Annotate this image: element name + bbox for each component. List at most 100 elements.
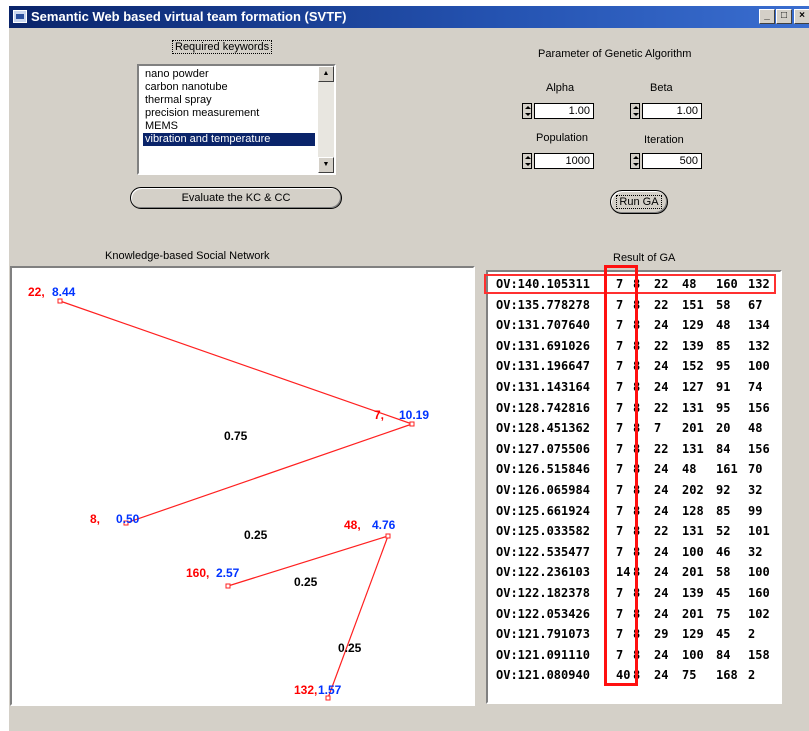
member-id: 24 <box>654 668 669 683</box>
node-id-label: 48, <box>344 518 361 532</box>
member-id: 85 <box>716 503 731 518</box>
keyword-item[interactable]: MEMS <box>143 120 315 133</box>
population-spin-arrows-icon[interactable] <box>522 153 532 169</box>
iteration-spinner[interactable]: 500 <box>630 153 704 169</box>
leader-column-highlight <box>604 265 638 686</box>
network-node[interactable] <box>225 583 231 589</box>
minimize-button[interactable]: _ <box>759 9 775 24</box>
member-id: 127 <box>682 380 704 394</box>
member-id: 24 <box>654 483 669 497</box>
iteration-spin-arrows-icon[interactable] <box>630 153 640 169</box>
member-id: 100 <box>748 359 770 374</box>
alpha-input[interactable]: 1.00 <box>534 103 594 119</box>
member-id: 131 <box>682 400 704 415</box>
beta-label: Beta <box>650 82 673 94</box>
keyword-item[interactable]: thermal spray <box>143 94 315 107</box>
network-edge <box>59 300 413 425</box>
node-score-label: 4.76 <box>372 518 396 532</box>
maximize-button[interactable]: □ <box>776 9 792 24</box>
window-title: Semantic Web based virtual team formatio… <box>31 9 347 24</box>
network-node[interactable] <box>57 298 63 304</box>
member-id: 22 <box>654 338 669 353</box>
member-id: 161 <box>716 462 738 477</box>
node-id-label: 160, <box>186 566 209 580</box>
member-id: 156 <box>748 400 770 415</box>
member-id: 22 <box>654 441 669 456</box>
population-label: Population <box>536 132 588 144</box>
node-score-label: 10.19 <box>399 408 429 422</box>
network-node[interactable] <box>385 533 391 539</box>
member-id: 99 <box>748 503 763 518</box>
member-id: 45 <box>716 627 731 642</box>
beta-spinner[interactable]: 1.00 <box>630 103 704 119</box>
member-id: 24 <box>654 462 669 477</box>
member-id: 45 <box>716 586 731 600</box>
member-id: 100 <box>748 565 770 580</box>
keywords-scrollbar[interactable]: ▲ ▼ <box>318 66 334 173</box>
member-id: 84 <box>716 441 731 456</box>
network-node[interactable] <box>409 421 415 427</box>
member-id: 100 <box>682 647 704 662</box>
member-id: 201 <box>682 565 704 580</box>
objective-value: OV:121.091110 <box>496 647 590 662</box>
node-id-label: 8, <box>90 512 100 526</box>
member-id: 95 <box>716 400 731 415</box>
keyword-item[interactable]: carbon nanotube <box>143 81 315 94</box>
member-id: 160 <box>748 586 770 600</box>
scroll-down-arrow-icon[interactable]: ▼ <box>318 157 334 173</box>
member-id: 84 <box>716 647 731 662</box>
keyword-item[interactable]: precision measurement <box>143 107 315 120</box>
objective-value: OV:126.065984 <box>496 483 590 497</box>
keywords-listbox[interactable]: nano powder carbon nanotube thermal spray p… <box>137 64 336 175</box>
keyword-item[interactable]: nano powder <box>143 68 315 81</box>
member-id: 139 <box>682 586 704 600</box>
member-id: 48 <box>716 318 731 333</box>
objective-value: OV:122.236103 <box>496 565 590 580</box>
beta-spin-arrows-icon[interactable] <box>630 103 640 119</box>
objective-value: OV:122.053426 <box>496 606 590 621</box>
beta-input[interactable]: 1.00 <box>642 103 702 119</box>
iteration-input[interactable]: 500 <box>642 153 702 169</box>
member-id: 24 <box>654 586 669 600</box>
alpha-spin-arrows-icon[interactable] <box>522 103 532 119</box>
member-id: 58 <box>716 297 731 312</box>
member-id: 24 <box>654 544 669 559</box>
member-id: 32 <box>748 483 763 497</box>
member-id: 46 <box>716 544 731 559</box>
social-network-graph: 0.75 0.25 0.25 0.25 22, 8.44 7, 10.19 8, 0.50 48, 4… <box>10 266 475 706</box>
close-button[interactable]: × <box>794 9 809 24</box>
node-score-label: 8.44 <box>52 285 76 299</box>
member-id: 152 <box>682 359 704 374</box>
member-id: 58 <box>716 565 731 580</box>
member-id: 52 <box>716 524 731 539</box>
member-id: 24 <box>654 359 669 374</box>
member-id: 7 <box>654 421 662 436</box>
scroll-up-arrow-icon[interactable]: ▲ <box>318 66 334 82</box>
member-id: 2 <box>748 668 756 683</box>
member-id: 22 <box>654 400 669 415</box>
member-id: 139 <box>682 338 704 353</box>
objective-value: OV:121.080940 <box>496 668 590 683</box>
population-spinner[interactable]: 1000 <box>522 153 596 169</box>
social-network-canvas: 0.75 0.25 0.25 0.25 22, 8.44 7, 10.19 8, 0.50 48, 4… <box>28 285 429 701</box>
member-id: 2 <box>748 627 756 642</box>
alpha-spinner[interactable]: 1.00 <box>522 103 596 119</box>
keyword-item[interactable]: vibration and temperature <box>143 133 315 146</box>
run-ga-button[interactable]: Run GA <box>610 190 668 214</box>
objective-value: OV:128.451362 <box>496 421 590 436</box>
population-input[interactable]: 1000 <box>534 153 594 169</box>
title-bar[interactable]: Semantic Web based virtual team formatio… <box>9 6 809 28</box>
objective-value: OV:122.535477 <box>496 544 590 559</box>
ga-params-title: Parameter of Genetic Algorithm <box>538 48 692 60</box>
member-id: 75 <box>682 668 697 683</box>
evaluate-kc-cc-button[interactable]: Evaluate the KC & CC <box>130 187 342 209</box>
member-id: 22 <box>654 297 669 312</box>
member-id: 70 <box>748 462 763 477</box>
member-id: 102 <box>748 606 770 621</box>
member-id: 101 <box>748 524 770 539</box>
node-score-label: 0.50 <box>116 512 140 526</box>
member-id: 29 <box>654 627 669 642</box>
keywords-list: nano powder carbon nanotube thermal spray p… <box>143 68 315 146</box>
objective-value: OV:125.661924 <box>496 503 590 518</box>
node-id-label: 132, <box>294 683 317 697</box>
